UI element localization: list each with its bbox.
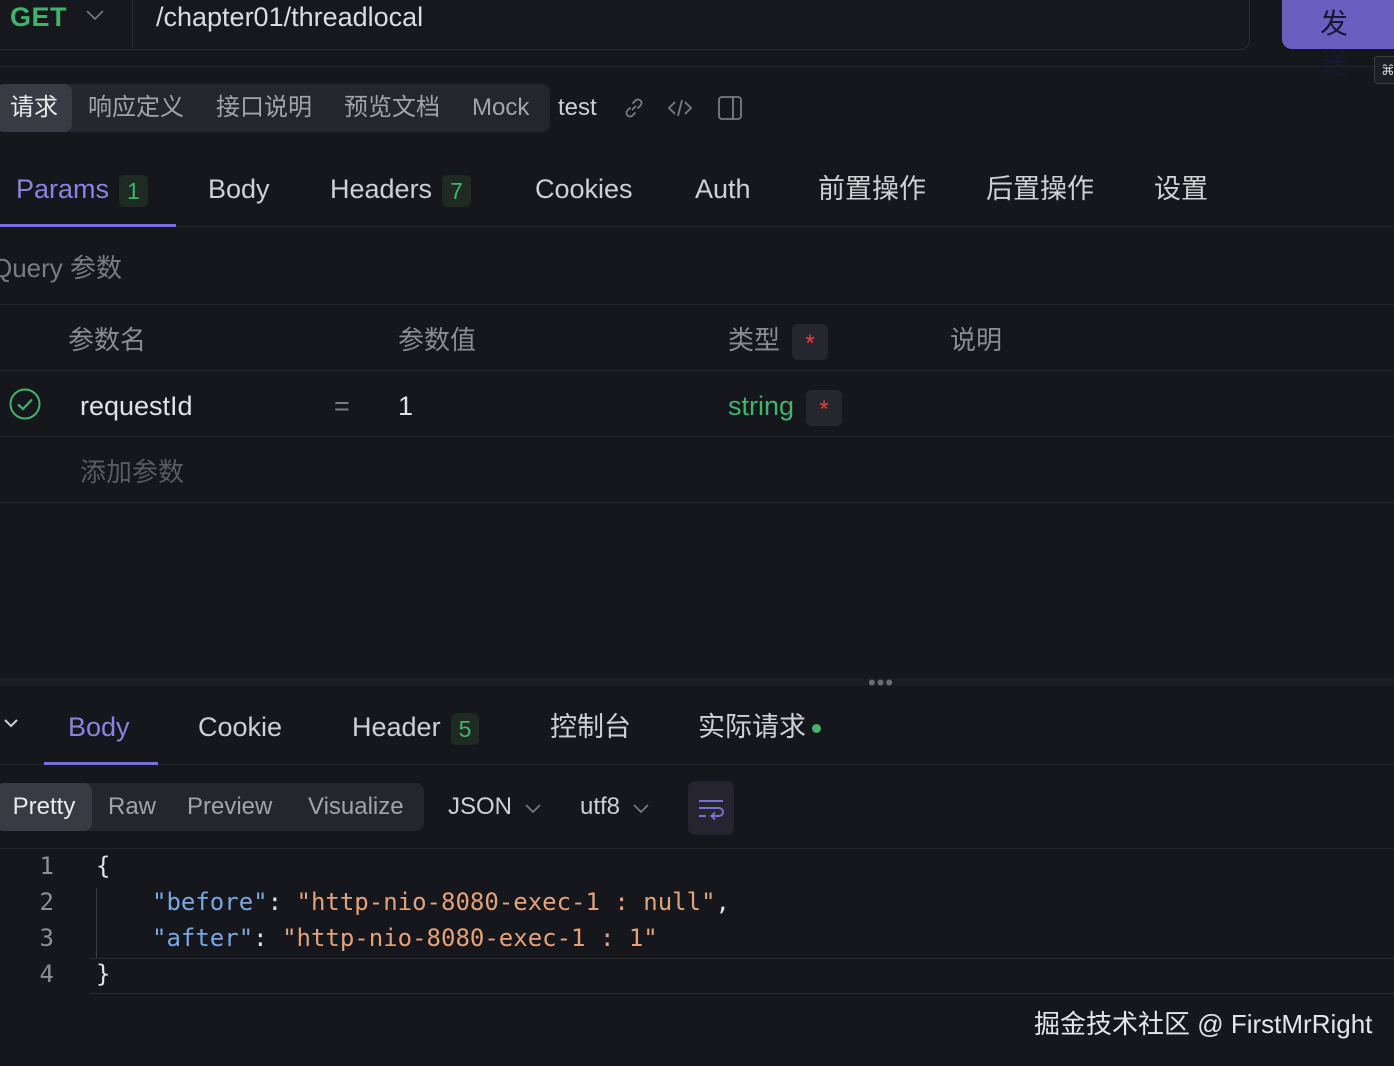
tab-params-label: Params — [16, 174, 110, 204]
tab-request[interactable]: 请求 — [0, 84, 72, 132]
shortcut-key-hint: ⌘ — [1374, 56, 1394, 84]
response-tab-cookie[interactable]: Cookie — [198, 704, 282, 750]
tab-auth[interactable]: Auth — [695, 166, 751, 212]
column-header-type-label: 类型 — [728, 325, 781, 355]
tab-pre-processors[interactable]: 前置操作 — [818, 166, 926, 212]
word-wrap-button[interactable] — [688, 781, 734, 835]
wrap-lines-icon — [699, 800, 724, 821]
tab-response-definition[interactable]: 响应定义 — [88, 84, 184, 132]
format-select-value: JSON — [448, 793, 513, 820]
encoding-select[interactable]: utf8 — [580, 783, 651, 831]
tab-mock[interactable]: Mock — [472, 84, 529, 132]
json-value: "http-nio-8080-exec-1 : 1" — [282, 924, 658, 952]
divider — [0, 226, 1394, 227]
add-param-input[interactable]: 添加参数 — [80, 452, 184, 489]
view-mode-preview[interactable]: Preview — [187, 783, 272, 831]
tab-params[interactable]: Params 1 — [16, 166, 148, 212]
divider — [0, 436, 1394, 437]
tab-cookies[interactable]: Cookies — [535, 166, 633, 212]
chevron-down-icon — [633, 804, 649, 813]
tab-headers-label: Headers — [330, 174, 433, 204]
watermark: 掘金技术社区 @ FirstMrRight — [1034, 1009, 1373, 1039]
tab-settings[interactable]: 设置 — [1154, 166, 1208, 212]
column-header-description: 说明 — [950, 325, 1003, 355]
format-select[interactable]: JSON — [448, 783, 543, 831]
tab-preview-docs[interactable]: 预览文档 — [344, 84, 440, 132]
column-header-name: 参数名 — [68, 325, 147, 355]
line-number: 4 — [39, 960, 54, 988]
query-params-title: Query 参数 — [0, 253, 123, 283]
code-line: "before": "http-nio-8080-exec-1 : null", — [152, 888, 730, 916]
chevron-down-icon[interactable] — [84, 4, 106, 26]
line-number: 3 — [39, 924, 54, 952]
view-mode-visualize[interactable]: Visualize — [308, 783, 404, 831]
response-tab-console[interactable]: 控制台 — [550, 704, 631, 750]
code-icon[interactable] — [666, 94, 694, 122]
current-line-highlight — [90, 958, 1394, 994]
active-tab-indicator — [0, 224, 176, 227]
encoding-select-value: utf8 — [580, 793, 621, 820]
tab-body[interactable]: Body — [208, 166, 270, 212]
environment-label[interactable]: test — [558, 84, 597, 132]
required-marker: * — [806, 389, 843, 426]
chevron-down-icon[interactable] — [2, 714, 20, 732]
check-circle-icon[interactable] — [8, 387, 42, 421]
response-tab-body[interactable]: Body — [68, 704, 130, 750]
json-comma: , — [715, 888, 730, 916]
params-count-badge: 1 — [119, 174, 148, 207]
code-line: "after": "http-nio-8080-exec-1 : 1" — [152, 924, 658, 952]
equals-sign: = — [334, 391, 350, 421]
tab-headers[interactable]: Headers 7 — [330, 166, 471, 212]
headers-count-badge: 7 — [442, 174, 471, 207]
url-divider — [132, 0, 133, 48]
tab-post-processors[interactable]: 后置操作 — [986, 166, 1094, 212]
indent-guide — [96, 888, 97, 958]
divider — [0, 502, 1394, 503]
active-tab-indicator — [44, 762, 158, 765]
code-open-brace: { — [96, 852, 111, 880]
param-value-cell[interactable]: 1 — [398, 386, 413, 426]
divider — [0, 66, 1394, 67]
method-select[interactable]: GET — [10, 2, 67, 33]
required-marker: * — [792, 324, 829, 361]
column-header-value: 参数值 — [398, 325, 477, 355]
response-header-count-badge: 5 — [450, 712, 480, 745]
tab-api-description[interactable]: 接口说明 — [216, 84, 312, 132]
link-icon[interactable] — [620, 94, 648, 122]
view-mode-raw[interactable]: Raw — [108, 783, 156, 831]
divider — [0, 370, 1394, 371]
view-mode-pretty[interactable]: Pretty — [0, 783, 92, 831]
chevron-down-icon — [525, 804, 541, 813]
line-number: 1 — [39, 852, 54, 880]
url-input[interactable]: /chapter01/threadlocal — [156, 2, 423, 33]
json-value: "http-nio-8080-exec-1 : null" — [296, 888, 716, 916]
code-close-brace: } — [96, 960, 111, 988]
divider — [0, 848, 1394, 849]
divider — [0, 304, 1394, 305]
splitter-handle[interactable]: ••• — [868, 670, 894, 696]
split-panel-icon[interactable] — [716, 94, 744, 122]
line-number: 2 — [39, 888, 54, 916]
panel-splitter[interactable] — [0, 678, 1394, 686]
response-tab-actual-request[interactable]: 实际请求 — [698, 704, 821, 750]
divider — [0, 764, 1394, 765]
json-key: "after" — [152, 924, 254, 952]
response-tab-actual-request-label: 实际请求 — [698, 712, 806, 742]
response-tab-header[interactable]: Header 5 — [352, 704, 480, 750]
status-dot — [812, 724, 821, 734]
param-type-value: string — [728, 391, 795, 421]
param-name-cell[interactable]: requestId — [80, 386, 193, 426]
column-header-type: 类型 * — [728, 320, 829, 361]
param-type-cell[interactable]: string * — [728, 386, 843, 426]
response-tab-header-label: Header — [352, 712, 441, 742]
json-key: "before" — [152, 888, 268, 916]
